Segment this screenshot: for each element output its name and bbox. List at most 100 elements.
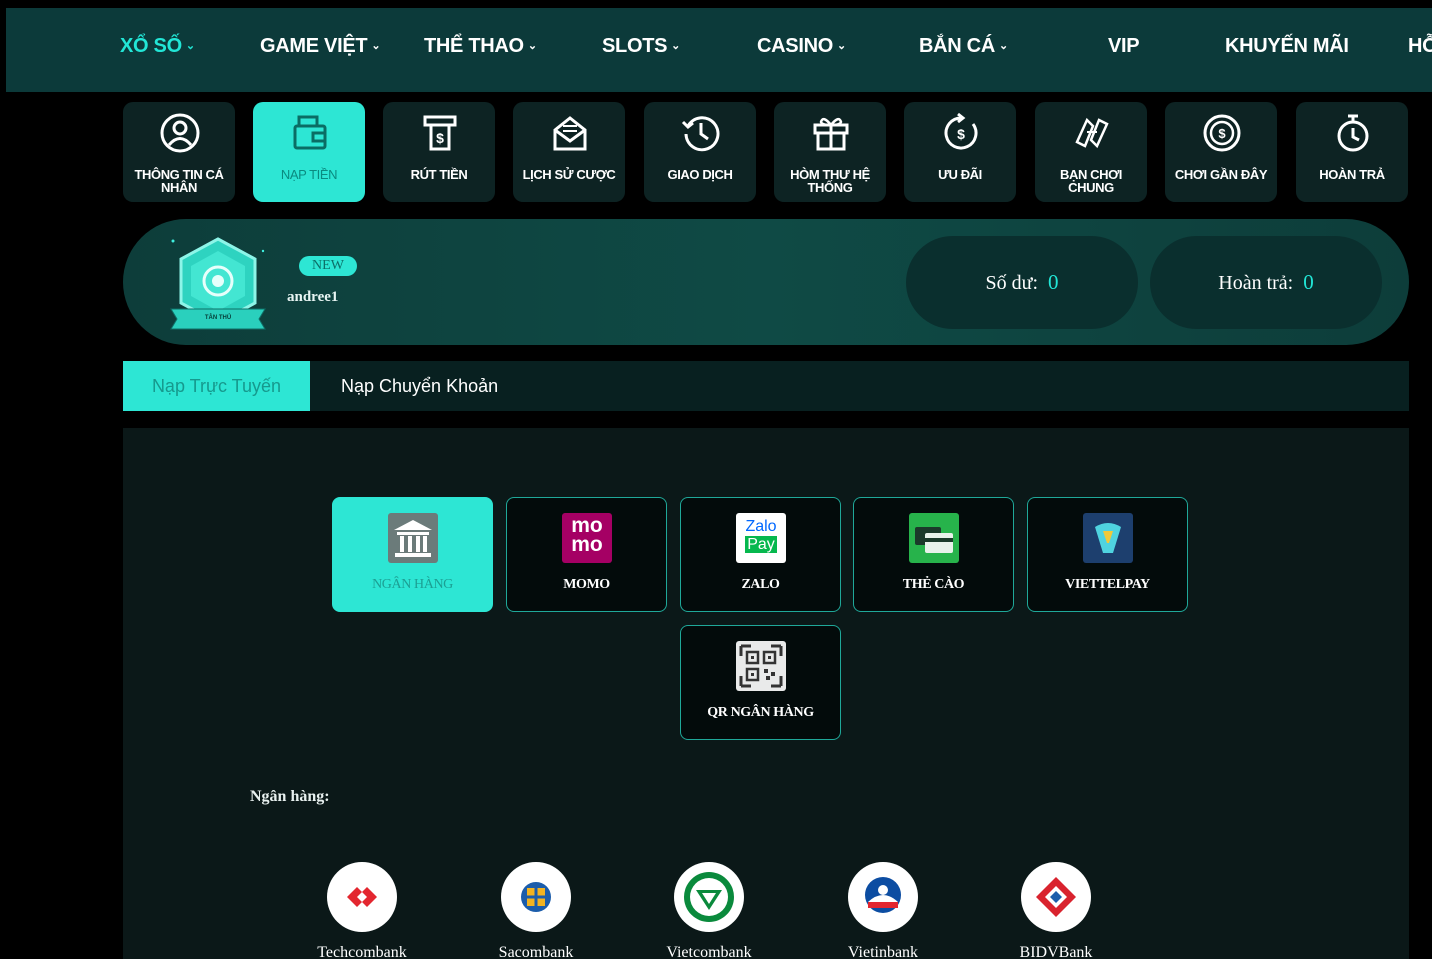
atm-withdraw-icon: $ xyxy=(423,115,457,151)
balance-label: Số dư: xyxy=(985,272,1039,294)
quick-item-label: BẠN CHƠI CHUNG xyxy=(1059,167,1123,195)
vietcombank-logo-icon xyxy=(674,862,744,932)
wallet-icon xyxy=(293,115,327,150)
quick-item-transactions[interactable]: GIAO DỊCH xyxy=(644,102,756,202)
quick-item-label: GIAO DỊCH xyxy=(667,167,733,182)
viettelpay-icon xyxy=(1083,513,1133,563)
method-label: MOMO xyxy=(563,577,610,592)
bank-name: Techcombank xyxy=(317,944,407,959)
quick-item-label: NẠP TIỀN xyxy=(280,167,338,182)
momo-icon: mo mo xyxy=(562,513,612,563)
bank-name: Vietcombank xyxy=(666,944,752,959)
zalo-logo-top: Zalo xyxy=(745,518,777,535)
bidv-logo-icon xyxy=(1021,862,1091,932)
deposit-tabs: Nạp Trực Tuyến Nạp Chuyển Khoản xyxy=(123,361,1409,411)
nav-item-label: VIP xyxy=(1108,35,1140,57)
zalopay-icon: Zalo Pay xyxy=(736,513,786,563)
quick-item-label: RÚT TIỀN xyxy=(410,167,468,182)
rebate-label: Hoàn trả: xyxy=(1218,272,1294,294)
quick-item-mailbox[interactable]: HÒM THƯ HỆ THỐNG xyxy=(774,102,886,202)
zalo-logo-bottom: Pay xyxy=(745,536,777,553)
sacombank-logo-icon xyxy=(501,862,571,932)
nav-item-label: THỂ THAO xyxy=(424,35,524,57)
nav-item-xo-so[interactable]: XỔ SỐ ⌄ xyxy=(120,34,195,58)
nav-item-label: BẮN CÁ xyxy=(919,35,995,57)
nav-item-khuyen-mai[interactable]: KHUYẾN MÃI xyxy=(1225,34,1349,58)
nav-item-ho-tro[interactable]: HỖ xyxy=(1408,34,1432,58)
scratch-card-icon xyxy=(909,513,959,563)
dollar-cycle-icon: $ xyxy=(944,112,978,150)
quick-item-profile[interactable]: THÔNG TIN CÁ NHÂN xyxy=(123,102,235,202)
user-icon xyxy=(160,113,200,153)
username: andree1 xyxy=(287,289,339,305)
envelope-history-icon xyxy=(553,116,587,151)
nav-item-casino[interactable]: CASINO ⌄ xyxy=(757,34,846,58)
quick-item-bet-history[interactable]: LỊCH SỬ CƯỢC xyxy=(513,102,625,202)
balance-box: Số dư: 0 xyxy=(906,236,1138,329)
method-label: ZALO xyxy=(741,577,780,592)
quick-item-recent[interactable]: $ CHƠI GẦN ĐÂY xyxy=(1165,102,1277,202)
nav-item-the-thao[interactable]: THỂ THAO ⌄ xyxy=(424,34,537,58)
quick-item-rebate[interactable]: HOÀN TRẢ xyxy=(1296,102,1408,202)
account-quick-menu: THÔNG TIN CÁ NHÂN NẠP TIỀN $ RÚT TIỀN LỊ… xyxy=(0,102,1432,204)
techcombank-logo-icon xyxy=(327,862,397,932)
vip-level-badge: TÂN THỦ xyxy=(163,231,273,335)
badge-label: TÂN THỦ xyxy=(204,315,232,321)
quick-item-offers[interactable]: $ ƯU ĐÃI xyxy=(904,102,1016,202)
quick-item-label: ƯU ĐÃI xyxy=(938,167,982,182)
qr-code-icon xyxy=(736,641,786,691)
svg-text:$: $ xyxy=(1218,126,1226,141)
nav-item-label: KHUYẾN MÃI xyxy=(1225,35,1349,57)
quick-item-label: THÔNG TIN CÁ NHÂN xyxy=(134,167,224,195)
method-momo[interactable]: mo mo MOMO xyxy=(506,497,667,612)
handshake-icon xyxy=(1075,117,1109,149)
nav-item-ban-ca[interactable]: BẮN CÁ ⌄ xyxy=(919,34,1008,58)
method-label: NGÂN HÀNG xyxy=(372,577,453,592)
quick-item-label: CHƠI GẦN ĐÂY xyxy=(1174,167,1268,182)
bank-option-sacombank[interactable]: Sacombank xyxy=(471,862,601,959)
bank-list-heading: Ngân hàng: xyxy=(250,788,330,805)
balance-value: 0 xyxy=(1048,270,1059,294)
chevron-down-icon: ⌄ xyxy=(836,39,846,52)
nav-item-label: SLOTS xyxy=(602,35,668,57)
bank-option-techcombank[interactable]: Techcombank xyxy=(297,862,427,959)
nav-item-label: CASINO xyxy=(757,35,833,57)
stopwatch-icon xyxy=(1337,114,1369,152)
nav-item-slots[interactable]: SLOTS ⌄ xyxy=(602,34,680,58)
vietinbank-logo-icon xyxy=(848,862,918,932)
method-label: THẺ CÀO xyxy=(902,577,965,592)
method-label: QR NGÂN HÀNG xyxy=(707,705,814,720)
quick-item-friends[interactable]: BẠN CHƠI CHUNG xyxy=(1035,102,1147,202)
top-navigation: XỔ SỐ ⌄ GAME VIỆT ⌄ THỂ THAO ⌄ SLOTS ⌄ CASIN… xyxy=(6,8,1432,92)
nav-item-vip[interactable]: VIP xyxy=(1108,34,1140,58)
method-qr-bank[interactable]: QR NGÂN HÀNG xyxy=(680,625,841,740)
method-zalo[interactable]: Zalo Pay ZALO xyxy=(680,497,841,612)
svg-text:$: $ xyxy=(436,130,444,146)
method-scratch-card[interactable]: THẺ CÀO xyxy=(853,497,1014,612)
bank-name: Sacombank xyxy=(498,944,574,959)
quick-item-label: HÒM THƯ HỆ THỐNG xyxy=(790,167,870,195)
quick-item-label: LỊCH SỬ CƯỢC xyxy=(522,167,616,182)
method-bank[interactable]: NGÂN HÀNG xyxy=(332,497,493,612)
chevron-down-icon: ⌄ xyxy=(371,39,381,52)
bank-icon xyxy=(388,513,438,563)
bank-option-vietinbank[interactable]: Vietinbank xyxy=(818,862,948,959)
chevron-down-icon: ⌄ xyxy=(671,39,681,52)
method-viettelpay[interactable]: VIETTELPAY xyxy=(1027,497,1188,612)
nav-item-label: XỔ SỐ xyxy=(120,35,182,57)
chevron-down-icon: ⌄ xyxy=(527,39,537,52)
tab-online-deposit[interactable]: Nạp Trực Tuyến xyxy=(123,361,310,411)
quick-item-deposit[interactable]: NẠP TIỀN xyxy=(253,102,365,202)
clock-history-icon xyxy=(681,116,720,152)
rebate-value: 0 xyxy=(1303,270,1314,294)
bank-option-vietcombank[interactable]: Vietcombank xyxy=(644,862,774,959)
tab-bank-transfer[interactable]: Nạp Chuyển Khoản xyxy=(341,361,498,411)
bank-option-bidv[interactable]: BIDVBank xyxy=(991,862,1121,959)
svg-text:$: $ xyxy=(957,126,965,142)
coin-icon: $ xyxy=(1203,114,1241,152)
nav-item-game-viet[interactable]: GAME VIỆT ⌄ xyxy=(260,34,381,58)
bank-name: BIDVBank xyxy=(1019,944,1093,959)
nav-item-label: HỖ xyxy=(1408,35,1432,57)
new-member-tag: NEW xyxy=(299,256,357,276)
quick-item-withdraw[interactable]: $ RÚT TIỀN xyxy=(383,102,495,202)
